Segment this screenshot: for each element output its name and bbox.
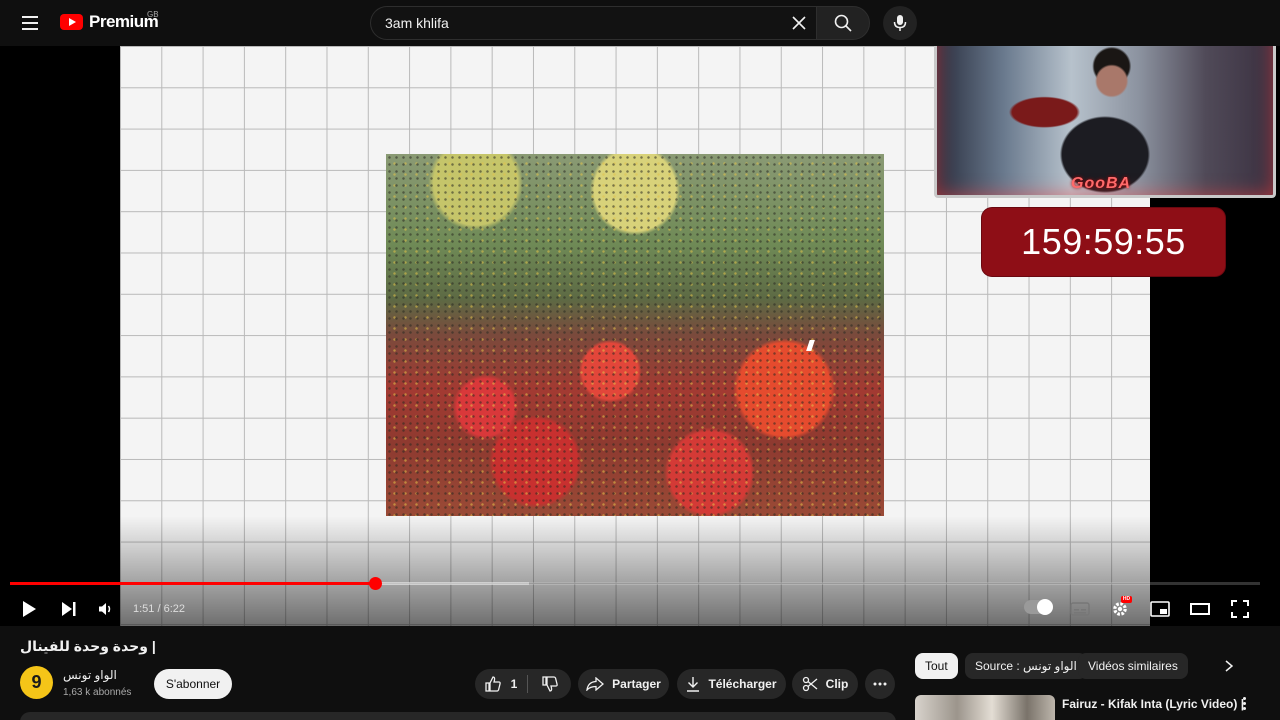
- description-box[interactable]: [20, 712, 896, 720]
- time-display: 1:51 / 6:22: [133, 603, 185, 615]
- youtube-play-logo-icon: [60, 14, 83, 30]
- recommendation-more-icon[interactable]: [1236, 697, 1252, 713]
- miniplayer-button[interactable]: [1145, 594, 1175, 624]
- dislike-button[interactable]: [528, 669, 571, 699]
- subscriber-count: 1,63 k abonnés: [63, 687, 132, 698]
- skip-next-icon: [62, 602, 76, 616]
- subscribe-button[interactable]: S'abonner: [154, 669, 232, 699]
- youtube-premium-logo[interactable]: Premium GB: [60, 10, 159, 32]
- next-button[interactable]: [54, 594, 84, 624]
- scissors-icon: [802, 676, 818, 692]
- stream-timer: 159:59:55: [982, 208, 1225, 276]
- voice-search-button[interactable]: [883, 6, 917, 40]
- like-button[interactable]: 1: [475, 669, 527, 699]
- volume-icon: [99, 603, 111, 615]
- recommendation-thumbnail[interactable]: [915, 695, 1055, 720]
- chip-similar-videos[interactable]: Vidéos similaires: [1078, 653, 1188, 679]
- thumbs-down-icon: [541, 676, 558, 692]
- like-count: 1: [510, 677, 518, 691]
- search-icon: [834, 14, 852, 32]
- download-button[interactable]: Télécharger: [677, 669, 786, 699]
- search-input[interactable]: 3am khlifa: [370, 6, 816, 40]
- share-icon: [586, 677, 605, 691]
- miniplayer-icon: [1150, 601, 1170, 617]
- subtitles-button[interactable]: [1065, 594, 1095, 624]
- autoplay-toggle[interactable]: [1024, 599, 1053, 615]
- channel-avatar[interactable]: 9: [20, 666, 53, 699]
- player-controls: 1:51 / 6:22 HD: [0, 590, 1280, 626]
- theater-mode-icon: [1190, 603, 1210, 615]
- play-icon: [23, 601, 36, 617]
- progress-played: [10, 582, 375, 585]
- crowd-video-clip: [386, 154, 884, 516]
- download-label: Télécharger: [708, 677, 777, 691]
- fullscreen-icon: [1231, 600, 1249, 618]
- chip-source[interactable]: Source : الواو تونس: [965, 653, 1087, 679]
- search-button[interactable]: [816, 6, 870, 40]
- stream-timer-text: 159:59:55: [1021, 221, 1186, 262]
- video-title: وحدة وحدة للفينال |: [20, 638, 156, 654]
- video-player[interactable]: GooBA 159:59:55 1:51 / 6:22 HD: [0, 46, 1280, 626]
- avatar-glyph: 9: [31, 672, 42, 692]
- more-actions-button[interactable]: [865, 669, 895, 699]
- webcam-tag: GooBA: [1071, 175, 1132, 192]
- recommendation-title[interactable]: Fairuz - Kifak Inta (Lyric Video) |: [1062, 697, 1244, 711]
- share-label: Partager: [612, 677, 661, 691]
- progress-bar[interactable]: [10, 577, 1260, 590]
- chip-all[interactable]: Tout: [915, 653, 958, 679]
- fullscreen-button[interactable]: [1225, 594, 1255, 624]
- channel-name[interactable]: الواو تونس: [63, 668, 117, 682]
- microphone-icon: [893, 15, 907, 31]
- logo-region: GB: [147, 10, 159, 19]
- volume-button[interactable]: [91, 594, 121, 624]
- settings-button[interactable]: HD: [1105, 594, 1135, 624]
- play-button[interactable]: [14, 594, 44, 624]
- subtitles-icon: [1070, 602, 1090, 616]
- menu-icon[interactable]: [14, 8, 46, 38]
- like-dislike-group: 1: [475, 669, 571, 699]
- search-query-text[interactable]: 3am khlifa: [385, 15, 782, 31]
- chips-next-button[interactable]: [1218, 656, 1240, 676]
- clip-label: Clip: [825, 677, 849, 691]
- chevron-right-icon: [1225, 660, 1233, 672]
- thumbs-up-icon: [485, 676, 501, 692]
- theater-mode-button[interactable]: [1185, 594, 1215, 624]
- clip-button[interactable]: Clip: [792, 669, 858, 699]
- hd-badge: HD: [1121, 596, 1132, 603]
- top-bar: Premium GB 3am khlifa: [0, 0, 1280, 46]
- clear-search-icon[interactable]: [782, 6, 816, 40]
- progress-scrubber-handle[interactable]: [369, 577, 382, 590]
- share-button[interactable]: Partager: [578, 669, 669, 699]
- download-icon: [687, 677, 700, 692]
- more-horizontal-icon: [873, 682, 887, 686]
- streamer-webcam-overlay: GooBA: [934, 46, 1276, 198]
